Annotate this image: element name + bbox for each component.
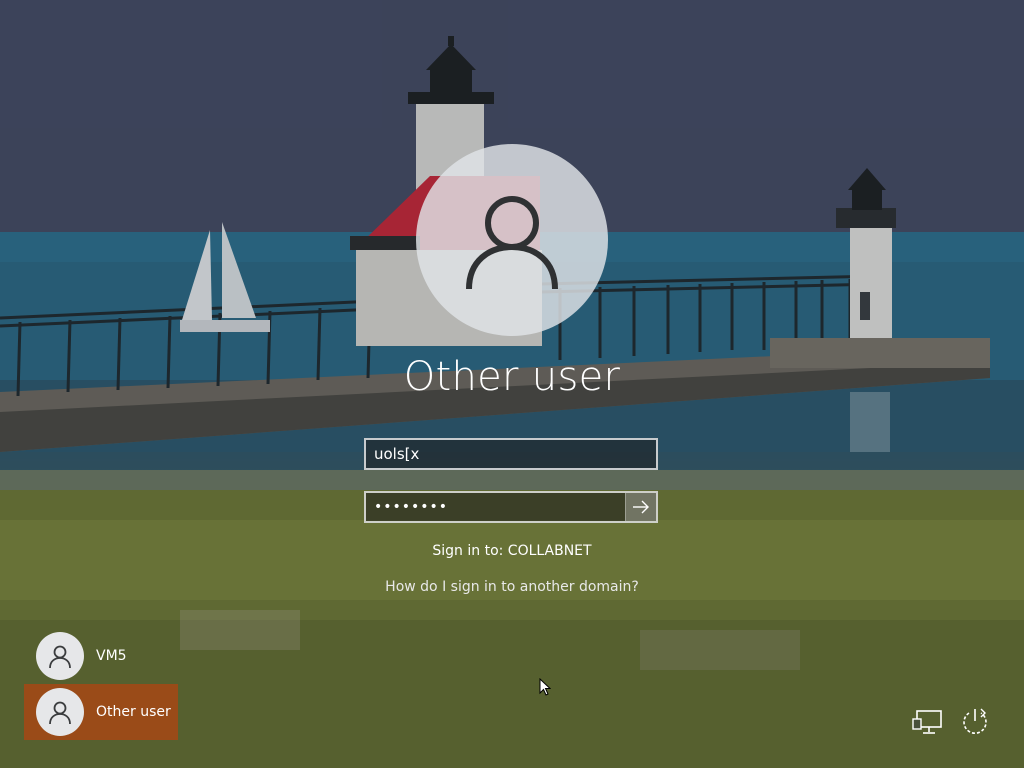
person-icon [466,196,558,290]
mouse-cursor-icon [539,678,551,696]
network-button[interactable] [911,706,945,738]
password-value: •••••••• [374,499,449,515]
user-name-title: Other user [403,354,621,400]
user-tile-vm5[interactable]: VM5 [24,628,178,684]
person-icon [49,645,71,669]
network-icon [912,710,942,734]
person-icon [49,701,71,725]
avatar [36,632,84,680]
lock-screen: Other user uols[x •••••••• Sign in to: C… [0,0,1024,768]
user-avatar-large [416,144,608,336]
arrow-right-icon [633,500,649,514]
sign-in-domain-text: Sign in to: COLLABNET [432,543,592,559]
user-tile-label: Other user [96,704,171,720]
power-icon [963,708,987,734]
user-tile-label: VM5 [96,648,127,664]
other-domain-link[interactable]: How do I sign in to another domain? [312,579,712,595]
password-field[interactable]: •••••••• [364,491,658,523]
submit-button[interactable] [625,493,656,521]
username-value: uols[x [374,445,420,463]
avatar [36,688,84,736]
user-tile-other-user[interactable]: Other user [24,684,178,740]
username-field[interactable]: uols[x [364,438,658,470]
power-button[interactable] [958,706,992,738]
